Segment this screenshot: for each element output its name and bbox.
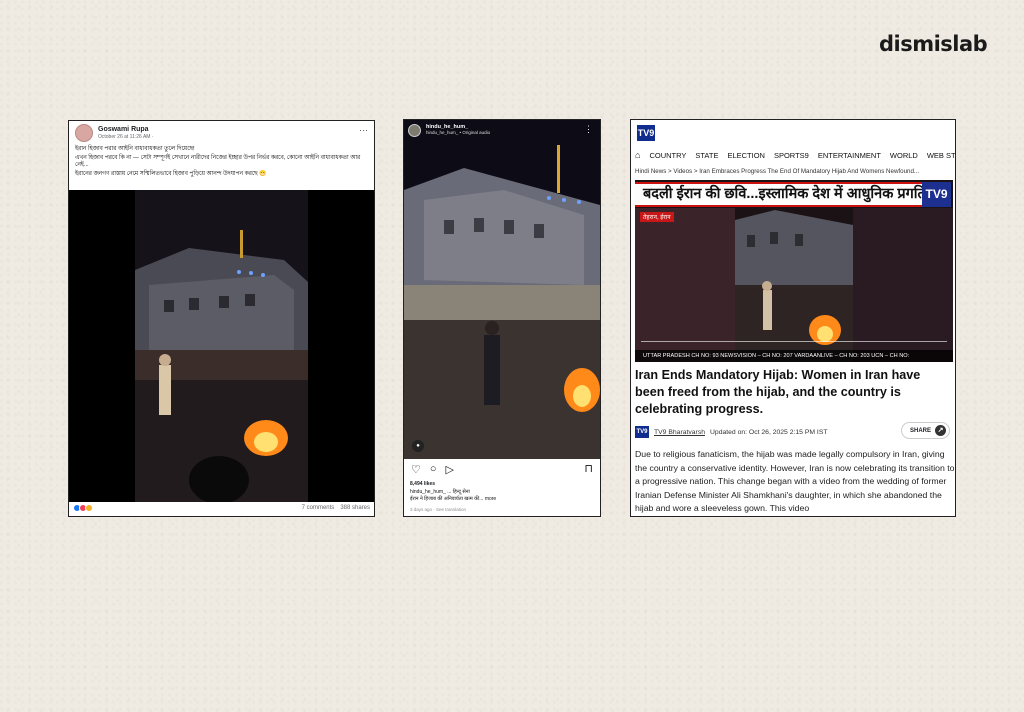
facebook-post-screenshot: Goswami Rupa October 26 at 11:26 AM · ··… xyxy=(68,120,375,517)
article-body: Due to religious fanaticism, the hijab w… xyxy=(635,449,955,514)
like-count[interactable]: 8,494 likes xyxy=(410,481,435,487)
home-icon[interactable]: ⌂ xyxy=(635,151,640,160)
user-tag-icon[interactable]: ● xyxy=(412,440,424,452)
main-nav: ⌂ COUNTRY STATE ELECTION SPORTS9 ENTERTA… xyxy=(635,151,955,161)
location-tag: तेहरान, ईरान xyxy=(640,212,674,222)
author-name[interactable]: Goswami Rupa xyxy=(98,126,154,133)
more-horizontal-icon[interactable]: ··· xyxy=(359,125,368,135)
post-text: ইরান হিজাব পরার আইনি বাধ্যবাধকতা তুলে দি… xyxy=(69,145,374,181)
video-banner: बदली ईरान की छवि...इस्लामिक देश में आधुन… xyxy=(635,182,926,207)
reel-video[interactable] xyxy=(404,120,600,459)
video-progress-bar[interactable] xyxy=(641,340,947,342)
source-link[interactable]: TV9 Bharatvarsh xyxy=(654,429,705,436)
breadcrumb[interactable]: Hindi News > Videos > Iran Embraces Prog… xyxy=(635,168,919,175)
avatar[interactable] xyxy=(408,124,421,137)
post-time: 3 days ago xyxy=(410,507,433,512)
bookmark-icon[interactable]: ⊓ xyxy=(584,462,593,475)
post-date[interactable]: October 26 at 11:26 AM · xyxy=(98,134,154,140)
nav-item[interactable]: ENTERTAINMENT xyxy=(818,151,881,160)
more-vertical-icon[interactable]: ⋮ xyxy=(584,124,593,135)
heart-icon[interactable]: ♡ xyxy=(411,463,421,476)
reel-header: hindu_he_hum_ hindu_he_hum_ • Original a… xyxy=(408,124,490,137)
post-text-line: ইরানের জনগণ রাস্তায় নেমে সম্মিলিতভাবে হ… xyxy=(75,171,267,177)
nav-item[interactable]: ELECTION xyxy=(727,151,765,160)
post-meta: 3 days ago · See translation xyxy=(410,507,467,512)
send-icon[interactable]: ▷ xyxy=(446,463,454,476)
see-translation-link[interactable]: See translation xyxy=(436,507,466,512)
news-ticker: UTTAR PRADESH CH NO: 93 NEWSVISION – CH … xyxy=(635,350,953,362)
byline: TV9 TV9 Bharatvarsh Updated on: Oct 26, … xyxy=(635,426,828,438)
comment-count[interactable]: 7 comments xyxy=(302,505,335,511)
tv9-small-logo: TV9 xyxy=(635,426,649,438)
post-footer: 7 comments 388 shares xyxy=(69,500,374,516)
share-count[interactable]: 388 shares xyxy=(340,505,370,511)
audio-label[interactable]: hindu_he_hum_ • Original audio xyxy=(426,130,490,135)
post-header: Goswami Rupa October 26 at 11:26 AM · ··… xyxy=(69,121,374,145)
comment-icon[interactable]: ○ xyxy=(430,463,437,476)
nav-item[interactable]: STATE xyxy=(695,151,718,160)
nav-item[interactable]: WEB STORY xyxy=(927,151,955,160)
share-label: SHARE xyxy=(909,427,931,434)
nav-item[interactable]: WORLD xyxy=(890,151,918,160)
tv9-article-screenshot: TV9 ⌂ COUNTRY STATE ELECTION SPORTS9 ENT… xyxy=(630,119,956,517)
avatar[interactable] xyxy=(75,124,93,142)
nav-item[interactable]: SPORTS9 xyxy=(774,151,809,160)
caption-line[interactable]: ईरान ने हिजाब की अनिवार्यता खत्म की... m… xyxy=(410,496,496,503)
haha-icon xyxy=(85,504,93,512)
brand-logo: dismislab xyxy=(879,32,988,56)
action-bar: ♡ ○ ▷ xyxy=(411,463,454,476)
tv9-badge: TV9 xyxy=(922,182,951,207)
post-text-line: ইরান হিজাব পরার আইনি বাধ্যবাধকতা তুলে দি… xyxy=(75,146,195,152)
share-button[interactable]: SHARE ↗ xyxy=(900,422,950,439)
instagram-post-screenshot: hindu_he_hum_ hindu_he_hum_ • Original a… xyxy=(403,119,601,517)
share-icon: ↗ xyxy=(935,425,946,436)
post-text-line: এখন হিজাব পরবে কি না — সেটা সম্পূর্ণই সে… xyxy=(75,155,361,168)
tv9-logo[interactable]: TV9 xyxy=(637,125,655,141)
caption: hindu_he_hum_ ... हिन्दू सेना ईरान ने हि… xyxy=(410,489,496,502)
updated-time: Updated on: Oct 26, 2025 2:15 PM IST xyxy=(710,428,828,436)
post-video[interactable] xyxy=(69,190,374,502)
article-video[interactable]: बदली ईरान की छवि...इस्लामिक देश में आधुन… xyxy=(635,180,953,362)
nav-item[interactable]: COUNTRY xyxy=(649,151,686,160)
reactions[interactable] xyxy=(73,504,93,512)
article-headline: Iran Ends Mandatory Hijab: Women in Iran… xyxy=(635,368,921,416)
